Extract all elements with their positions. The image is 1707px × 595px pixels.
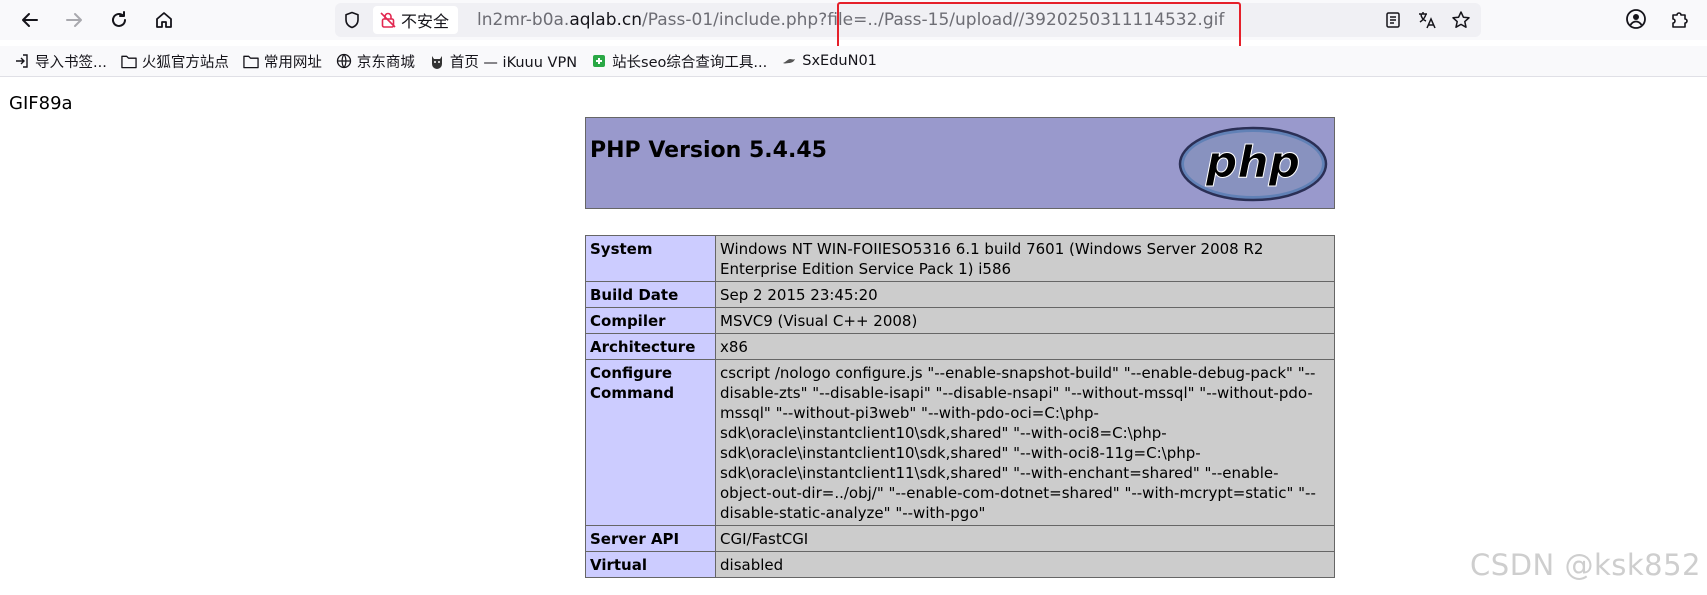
gif-header-text: GIF89a — [9, 93, 73, 114]
row-value: x86 — [715, 333, 1335, 360]
insecure-lock-icon — [380, 12, 396, 28]
reload-icon — [112, 11, 126, 27]
row-value: Windows NT WIN-FOIIESO5316 6.1 build 760… — [715, 235, 1335, 282]
extensions-button[interactable] — [1669, 8, 1691, 34]
account-button[interactable] — [1625, 8, 1647, 34]
row-key: Build Date — [585, 281, 716, 308]
table-row: System Windows NT WIN-FOIIESO5316 6.1 bui… — [585, 235, 1335, 282]
forward-button[interactable] — [60, 6, 88, 34]
security-label: 不安全 — [401, 12, 450, 31]
php-logo-text: php — [1205, 137, 1300, 188]
php-logo-link[interactable]: php — [1178, 126, 1328, 206]
home-icon — [156, 12, 172, 28]
back-button[interactable] — [16, 6, 44, 34]
row-value: CGI/FastCGI — [715, 525, 1335, 552]
row-value: Sep 2 2015 23:45:20 — [715, 281, 1335, 308]
row-value: MSVC9 (Visual C++ 2008) — [715, 307, 1335, 334]
table-row: Virtual disabled — [585, 551, 1335, 578]
row-key: Architecture — [585, 333, 716, 360]
php-logo-icon: php — [1178, 126, 1328, 202]
bookmark-jd[interactable]: 京东商城 — [336, 51, 415, 72]
browser-toolbar: 不安全 ln2mr-b0a.aqlab.cn/Pass-01/include.p… — [0, 0, 1707, 49]
phpinfo-container: PHP Version 5.4.45 php System Windows NT … — [585, 117, 1335, 578]
translate-button[interactable] — [1415, 8, 1439, 32]
url-highlight-annotation — [837, 2, 1241, 49]
bookmark-sxedun01[interactable]: SxEduN01 — [781, 53, 877, 69]
home-button[interactable] — [150, 6, 178, 34]
arrow-left-icon — [22, 13, 38, 27]
phpinfo-table: System Windows NT WIN-FOIIESO5316 6.1 bui… — [585, 235, 1335, 578]
table-row: Compiler MSVC9 (Visual C++ 2008) — [585, 307, 1335, 334]
row-key: Server API — [585, 525, 716, 552]
reload-button[interactable] — [105, 6, 133, 34]
folder-icon — [121, 53, 137, 69]
url-domain: aqlab.cn — [569, 10, 643, 30]
account-icon — [1626, 9, 1646, 29]
row-value: disabled — [715, 551, 1335, 578]
bookmarks-toolbar: 导入书签... 火狐官方站点 常用网址 京东商城 首页 — iKuuu VPN … — [0, 46, 1707, 77]
row-key: System — [585, 235, 716, 282]
puzzle-piece-icon — [1672, 12, 1688, 28]
table-row: Architecture x86 — [585, 333, 1335, 360]
row-key: Virtual — [585, 551, 716, 578]
tracking-protection-shield-icon[interactable] — [341, 9, 363, 31]
bookmark-common-sites[interactable]: 常用网址 — [243, 51, 322, 72]
php-version-header: PHP Version 5.4.45 php — [585, 117, 1335, 209]
reader-view-button[interactable] — [1381, 8, 1405, 32]
folder-icon — [243, 53, 259, 69]
bird-icon — [781, 53, 797, 69]
puzzle-icon — [591, 53, 607, 69]
table-row: Build Date Sep 2 2015 23:45:20 — [585, 281, 1335, 308]
table-row: Configure Command cscript /nologo configu… — [585, 359, 1335, 526]
php-version-title: PHP Version 5.4.45 — [590, 138, 827, 163]
url-host-prefix: ln2mr-b0a. — [477, 10, 570, 30]
connection-security-chip[interactable]: 不安全 — [373, 6, 459, 34]
reader-view-icon — [1386, 12, 1400, 28]
bookmark-star-button[interactable] — [1449, 8, 1473, 32]
row-value: cscript /nologo configure.js "--enable-s… — [715, 359, 1335, 526]
arrow-right-icon — [66, 13, 82, 27]
row-key: Configure Command — [585, 359, 716, 526]
table-row: Server API CGI/FastCGI — [585, 525, 1335, 552]
cat-icon — [429, 53, 445, 69]
star-icon — [1452, 11, 1470, 28]
csdn-watermark: CSDN @ksk852 — [1470, 548, 1701, 582]
import-icon — [14, 53, 30, 69]
bookmark-import[interactable]: 导入书签... — [14, 51, 107, 72]
bookmark-firefox-sites[interactable]: 火狐官方站点 — [121, 51, 229, 72]
row-key: Compiler — [585, 307, 716, 334]
translate-icon — [1419, 12, 1436, 29]
bookmark-seo-tool[interactable]: 站长seo综合查询工具... — [591, 51, 767, 72]
globe-icon — [336, 53, 352, 69]
bookmark-ikuuu[interactable]: 首页 — iKuuu VPN — [429, 51, 577, 72]
